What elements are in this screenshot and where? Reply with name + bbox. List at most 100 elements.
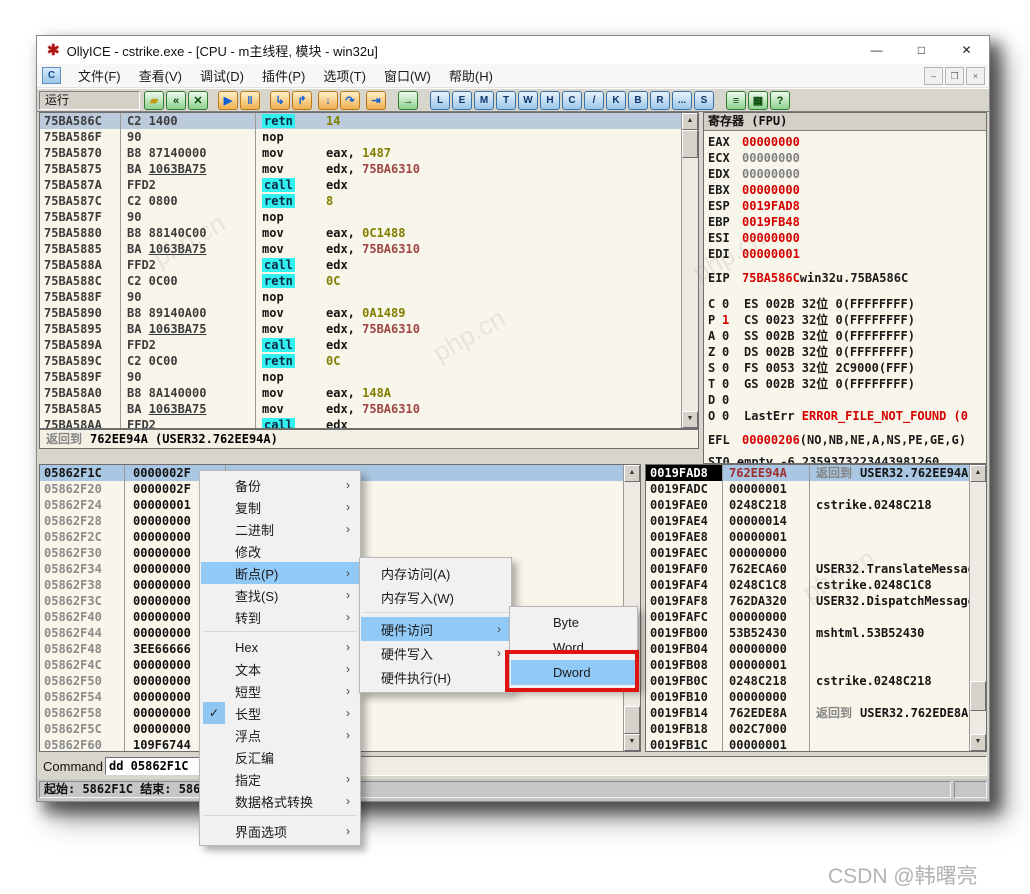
menu-6[interactable]: 窗口(W) bbox=[375, 64, 440, 87]
maximize-button[interactable]: □ bbox=[899, 36, 944, 64]
stack-row[interactable]: 0019FB14762EDE8A返回到USER32.762EDE8A bbox=[646, 705, 970, 721]
view-button-dots[interactable]: ... bbox=[672, 91, 692, 110]
menu-item-指定[interactable]: 指定› bbox=[201, 768, 359, 790]
view-button-B[interactable]: B bbox=[628, 91, 648, 110]
menu-7[interactable]: 帮助(H) bbox=[440, 64, 502, 87]
disasm-row[interactable]: 75BA58A5BA 1063BA75movedx, 75BA6310 bbox=[40, 401, 682, 417]
disassembly-scrollbar[interactable]: ▲ ▼ bbox=[681, 113, 698, 428]
stack-row[interactable]: 0019FB1C00000001 bbox=[646, 737, 970, 751]
disasm-row[interactable]: 75BA5895BA 1063BA75movedx, 75BA6310 bbox=[40, 321, 682, 337]
menu-item-硬件写入[interactable]: 硬件写入› bbox=[361, 641, 510, 665]
disasm-row[interactable]: 75BA5875BA 1063BA75movedx, 75BA6310 bbox=[40, 161, 682, 177]
scroll-down-icon[interactable]: ▼ bbox=[624, 734, 640, 751]
stack-row[interactable]: 0019FB0400000000 bbox=[646, 641, 970, 657]
menu-item-查找(S)[interactable]: 查找(S)› bbox=[201, 584, 359, 606]
scroll-up-icon[interactable]: ▲ bbox=[970, 465, 986, 482]
execute-till-return-icon[interactable]: ⇥ bbox=[366, 91, 386, 110]
menu-item-内存访问(A)[interactable]: 内存访问(A) bbox=[361, 561, 510, 585]
menu-item-文本[interactable]: 文本› bbox=[201, 658, 359, 680]
disasm-row[interactable]: 75BA587CC2 0800retn8 bbox=[40, 193, 682, 209]
view-button-E[interactable]: E bbox=[452, 91, 472, 110]
disasm-row[interactable]: 75BA589CC2 0C00retn0C bbox=[40, 353, 682, 369]
stack-row[interactable]: 0019FAE800000001 bbox=[646, 529, 970, 545]
go-to-address-icon[interactable]: → bbox=[398, 91, 418, 110]
menu-2[interactable]: 查看(V) bbox=[130, 64, 191, 87]
scrollbar-thumb[interactable] bbox=[970, 681, 986, 711]
scroll-down-icon[interactable]: ▼ bbox=[970, 734, 986, 751]
open-file-icon[interactable]: ▰ bbox=[144, 91, 164, 110]
mdi-minimize-button[interactable]: – bbox=[924, 67, 943, 85]
help-icon[interactable]: ? bbox=[770, 91, 790, 110]
disasm-row[interactable]: 75BA586F90nop bbox=[40, 129, 682, 145]
menu-item-硬件访问[interactable]: 硬件访问› bbox=[361, 617, 510, 641]
disasm-row[interactable]: 75BA5870B8 87140000moveax, 1487 bbox=[40, 145, 682, 161]
menu-item-复制[interactable]: 复制› bbox=[201, 496, 359, 518]
view-button-M[interactable]: M bbox=[474, 91, 494, 110]
log-options-icon[interactable]: ≡ bbox=[726, 91, 746, 110]
scroll-up-icon[interactable]: ▲ bbox=[682, 113, 698, 130]
close-program-icon[interactable]: ✕ bbox=[188, 91, 208, 110]
stack-row[interactable]: 0019FAD8762EE94A返回到USER32.762EE94A bbox=[646, 465, 970, 481]
menu-item-数据格式转换[interactable]: 数据格式转换› bbox=[201, 790, 359, 812]
disasm-row[interactable]: 75BA589AFFD2calledx bbox=[40, 337, 682, 353]
stack-row[interactable]: 0019FB18002C7000 bbox=[646, 721, 970, 737]
stack-scrollbar[interactable]: ▲ ▼ bbox=[969, 465, 986, 751]
stack-row[interactable]: 0019FADC00000001 bbox=[646, 481, 970, 497]
menu-item-硬件执行(H)[interactable]: 硬件执行(H) bbox=[361, 665, 510, 689]
mdi-close-button[interactable]: × bbox=[966, 67, 985, 85]
menu-item-界面选项[interactable]: 界面选项› bbox=[201, 820, 359, 842]
view-button-slash[interactable]: / bbox=[584, 91, 604, 110]
view-button-H[interactable]: H bbox=[540, 91, 560, 110]
step-into-icon[interactable]: ↳ bbox=[270, 91, 290, 110]
scroll-up-icon[interactable]: ▲ bbox=[624, 465, 640, 482]
view-button-L[interactable]: L bbox=[430, 91, 450, 110]
scroll-down-icon[interactable]: ▼ bbox=[682, 411, 698, 428]
appearance-icon[interactable]: ▦ bbox=[748, 91, 768, 110]
menu-item-长型[interactable]: 长型✓› bbox=[201, 702, 359, 724]
menu-item-断点(P)[interactable]: 断点(P)› bbox=[201, 562, 359, 584]
menu-item-Byte[interactable]: Byte bbox=[511, 610, 636, 635]
menu-3[interactable]: 调试(D) bbox=[191, 64, 253, 87]
stack-row[interactable]: 0019FB1000000000 bbox=[646, 689, 970, 705]
view-button-C[interactable]: C bbox=[562, 91, 582, 110]
view-button-R[interactable]: R bbox=[650, 91, 670, 110]
menu-item-反汇编[interactable]: 反汇编 bbox=[201, 746, 359, 768]
disasm-row[interactable]: 75BA58A0B8 8A140000moveax, 148A bbox=[40, 385, 682, 401]
close-button[interactable]: ✕ bbox=[944, 36, 989, 64]
scrollbar-thumb[interactable] bbox=[624, 706, 640, 734]
stack-row[interactable]: 0019FAE400000014 bbox=[646, 513, 970, 529]
stack-row[interactable]: 0019FAE00248C218cstrike.0248C218 bbox=[646, 497, 970, 513]
disasm-row[interactable]: 75BA586CC2 1400retn14 bbox=[40, 113, 682, 129]
minimize-button[interactable]: — bbox=[854, 36, 899, 64]
scrollbar-thumb[interactable] bbox=[682, 130, 698, 158]
disasm-row[interactable]: 75BA588F90nop bbox=[40, 289, 682, 305]
view-button-W[interactable]: W bbox=[518, 91, 538, 110]
menu-item-二进制[interactable]: 二进制› bbox=[201, 518, 359, 540]
menu-4[interactable]: 插件(P) bbox=[253, 64, 314, 87]
menu-item-转到[interactable]: 转到› bbox=[201, 606, 359, 628]
stack-row[interactable]: 0019FAF40248C1C8cstrike.0248C1C8 bbox=[646, 577, 970, 593]
disasm-row[interactable]: 75BA5890B8 89140A00moveax, 0A1489 bbox=[40, 305, 682, 321]
run-icon[interactable]: ▶ bbox=[218, 91, 238, 110]
pause-icon[interactable]: ‖ bbox=[240, 91, 260, 110]
stack-row[interactable]: 0019FAF8762DA320USER32.DispatchMessage bbox=[646, 593, 970, 609]
menu-5[interactable]: 选项(T) bbox=[314, 64, 375, 87]
mdi-restore-button[interactable]: ❐ bbox=[945, 67, 964, 85]
stack-row[interactable]: 0019FB0C0248C218cstrike.0248C218 bbox=[646, 673, 970, 689]
disasm-row[interactable]: 75BA589F90nop bbox=[40, 369, 682, 385]
menu-item-备份[interactable]: 备份› bbox=[201, 474, 359, 496]
menu-item-短型[interactable]: 短型› bbox=[201, 680, 359, 702]
disasm-row[interactable]: 75BA58AAFFD2calledx bbox=[40, 417, 682, 428]
menu-item-浮点[interactable]: 浮点› bbox=[201, 724, 359, 746]
menu-item-内存写入(W)[interactable]: 内存写入(W) bbox=[361, 585, 510, 609]
trace-over-icon[interactable]: ↷ bbox=[340, 91, 360, 110]
disasm-row[interactable]: 75BA5880B8 88140C00moveax, 0C1488 bbox=[40, 225, 682, 241]
disasm-row[interactable]: 75BA587AFFD2calledx bbox=[40, 177, 682, 193]
menu-item-修改[interactable]: 修改 bbox=[201, 540, 359, 562]
menu-item-Hex[interactable]: Hex› bbox=[201, 636, 359, 658]
step-over-icon[interactable]: ↱ bbox=[292, 91, 312, 110]
trace-into-icon[interactable]: ↓ bbox=[318, 91, 338, 110]
stack-row[interactable]: 0019FAFC00000000 bbox=[646, 609, 970, 625]
stack-row[interactable]: 0019FAF0762ECA60USER32.TranslateMessage bbox=[646, 561, 970, 577]
view-button-T[interactable]: T bbox=[496, 91, 516, 110]
